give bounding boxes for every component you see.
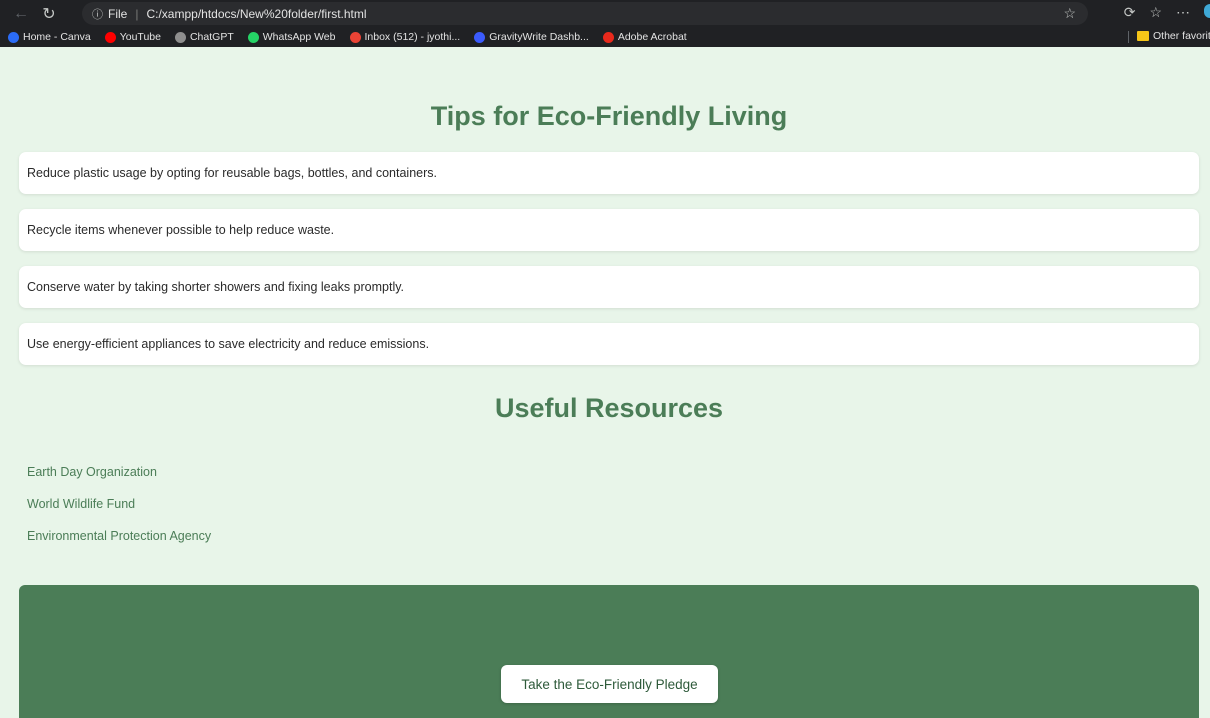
- chatgpt-icon: [174, 31, 186, 43]
- whatsapp-icon: [247, 31, 259, 43]
- bookmark-gmail[interactable]: Inbox (512) - jyothi...: [349, 31, 460, 43]
- page-content: Tips for Eco-Friendly Living Reduce plas…: [0, 77, 1210, 718]
- address-bar[interactable]: ⓘ File | C:/xampp/htdocs/New%20folder/fi…: [82, 2, 1088, 25]
- bookmark-adobe-acrobat[interactable]: Adobe Acrobat: [602, 31, 687, 43]
- gravitywrite-icon: [474, 31, 486, 43]
- pledge-button[interactable]: Take the Eco-Friendly Pledge: [501, 665, 718, 703]
- back-arrow-icon[interactable]: ←: [8, 5, 34, 23]
- resources-title: Useful Resources: [494, 393, 724, 423]
- reload-icon[interactable]: ↻: [36, 4, 62, 24]
- tip-item: Reduce plastic usage by opting for reusa…: [19, 152, 1199, 194]
- canva-icon: [8, 31, 19, 43]
- bookmark-gravitywrite[interactable]: GravityWrite Dashb...: [474, 31, 589, 43]
- bookmark-chatgpt[interactable]: ChatGPT: [174, 31, 234, 43]
- extensions-icon[interactable]: ⟳: [1124, 4, 1136, 21]
- tip-item: Conserve water by taking shorter showers…: [19, 266, 1199, 308]
- address-separator: |: [135, 6, 139, 21]
- toolbar-right: ⟳ ☆ ⋯: [1124, 4, 1190, 21]
- bookmark-youtube[interactable]: YouTube: [104, 31, 161, 43]
- folder-icon: [1137, 31, 1149, 41]
- bookmarks-divider: [1128, 31, 1129, 43]
- more-icon[interactable]: ⋯: [1176, 4, 1190, 21]
- info-icon[interactable]: ⓘ: [92, 6, 103, 22]
- other-favorites[interactable]: Other favorit: [1137, 30, 1210, 42]
- bookmark-canva[interactable]: Home - Canva: [8, 31, 91, 43]
- star-icon[interactable]: ☆: [1063, 5, 1076, 22]
- copilot-icon[interactable]: [1204, 4, 1210, 18]
- bookmark-whatsapp[interactable]: WhatsApp Web: [247, 31, 336, 43]
- resource-link-earth-day[interactable]: Earth Day Organization: [27, 465, 157, 479]
- bookmarks-bar: Home - Canva YouTube ChatGPT WhatsApp We…: [0, 27, 1210, 47]
- favorites-icon[interactable]: ☆: [1149, 4, 1162, 21]
- url-text[interactable]: C:/xampp/htdocs/New%20folder/first.html: [146, 7, 366, 21]
- youtube-icon: [104, 31, 116, 43]
- tip-item: Recycle items whenever possible to help …: [19, 209, 1199, 251]
- page-title: Tips for Eco-Friendly Living: [430, 101, 788, 131]
- tip-item: Use energy-efficient appliances to save …: [19, 323, 1199, 365]
- resource-link-epa[interactable]: Environmental Protection Agency: [27, 529, 211, 543]
- resource-link-wwf[interactable]: World Wildlife Fund: [27, 497, 135, 511]
- file-label: File: [108, 6, 128, 21]
- gmail-icon: [349, 31, 361, 43]
- browser-toolbar: ← ↻ ⓘ File | C:/xampp/htdocs/New%20folde…: [0, 0, 1210, 47]
- acrobat-icon: [602, 31, 614, 43]
